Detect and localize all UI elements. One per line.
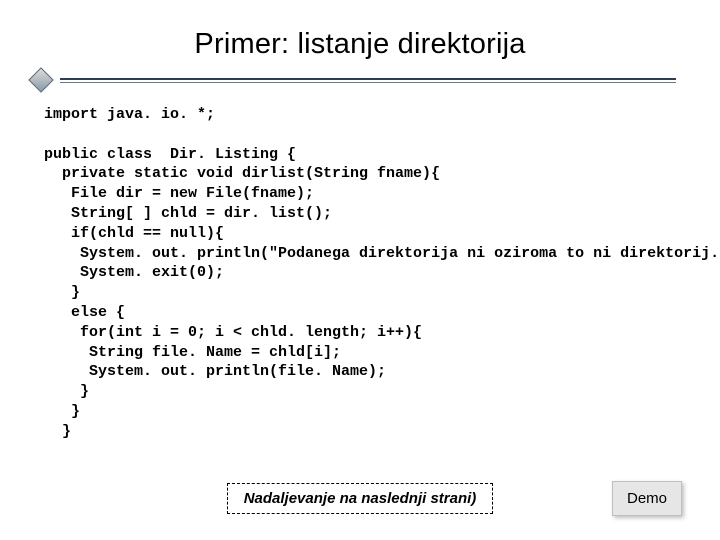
rule-lines xyxy=(60,78,676,83)
slide-title: Primer: listanje direktorija xyxy=(44,28,676,61)
title-wrap: Primer: listanje direktorija xyxy=(44,28,676,61)
title-rule xyxy=(44,71,676,89)
slide: Primer: listanje direktorija import java… xyxy=(0,0,720,540)
code-block: import java. io. *; public class Dir. Li… xyxy=(44,105,676,442)
continuation-note: Nadaljevanje na naslednji strani) xyxy=(227,483,494,514)
diamond-icon xyxy=(28,67,53,92)
demo-button[interactable]: Demo xyxy=(612,481,682,516)
